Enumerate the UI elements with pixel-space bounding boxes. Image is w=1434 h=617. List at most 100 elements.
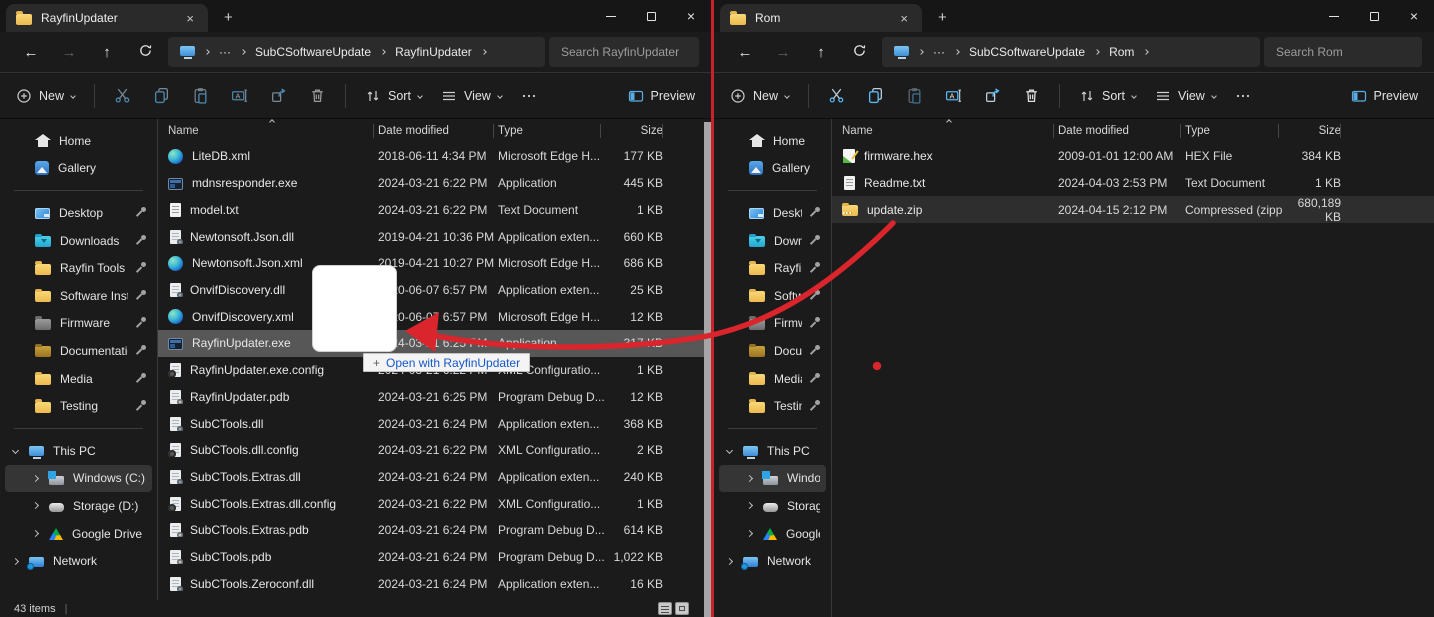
sidebar-item[interactable]: Windows (C:): [5, 465, 152, 493]
new-button[interactable]: New: [16, 88, 75, 104]
sidebar-item[interactable]: Network: [719, 547, 826, 575]
file-row[interactable]: LiteDB.xml 2018-06-11 4:34 PM Microsoft …: [158, 143, 711, 170]
file-row[interactable]: SubCTools.Extras.dll.config 2024-03-21 6…: [158, 490, 711, 517]
sidebar-item[interactable]: Rayfin Tools: [5, 254, 152, 282]
sidebar-item[interactable]: Downloads: [5, 227, 152, 255]
large-icons-view-button[interactable]: [675, 602, 689, 615]
sort-button[interactable]: Sort: [365, 88, 422, 104]
share-button[interactable]: [984, 87, 1001, 104]
cut-button[interactable]: [828, 87, 845, 104]
expander-chevron-icon[interactable]: [12, 447, 19, 454]
breadcrumb-segment[interactable]: RayfinUpdater: [395, 45, 472, 59]
breadcrumb-ellipsis[interactable]: ···: [219, 45, 231, 59]
minimize-button[interactable]: [1314, 1, 1354, 31]
file-row[interactable]: SubCTools.Extras.dll 2024-03-21 6:24 PM …: [158, 464, 711, 491]
breadcrumb-segment[interactable]: Rom: [1109, 45, 1134, 59]
maximize-button[interactable]: [1354, 1, 1394, 31]
search-input[interactable]: Search Rom: [1264, 37, 1422, 67]
file-row[interactable]: firmware.hex 2009-01-01 12:00 AM HEX Fil…: [832, 143, 1434, 170]
tab-close-icon[interactable]: ×: [182, 11, 198, 26]
sidebar-item[interactable]: Rayfin Tools: [719, 254, 826, 282]
up-button[interactable]: ↑: [802, 44, 840, 61]
refresh-button[interactable]: [840, 43, 878, 62]
file-row[interactable]: Newtonsoft.Json.dll 2019-04-21 10:36 PM …: [158, 223, 711, 250]
sidebar-item[interactable]: Windows (C:): [719, 465, 826, 493]
column-header-type[interactable]: Type: [498, 119, 605, 143]
breadcrumb-ellipsis[interactable]: ···: [933, 45, 945, 59]
expander-chevron-icon[interactable]: [746, 475, 753, 482]
sidebar-item[interactable]: Gallery: [5, 155, 152, 183]
back-button[interactable]: ←: [726, 44, 764, 61]
minimize-button[interactable]: [591, 1, 631, 31]
copy-button[interactable]: [867, 87, 884, 104]
breadcrumb-segment[interactable]: SubCSoftwareUpdate: [255, 45, 371, 59]
titlebar[interactable]: RayfinUpdater × + ×: [0, 0, 711, 32]
delete-button[interactable]: [1023, 87, 1040, 104]
sidebar-item[interactable]: Desktop: [719, 199, 826, 227]
column-header-size[interactable]: Size: [1283, 119, 1345, 143]
delete-button[interactable]: [309, 87, 326, 104]
sidebar-item[interactable]: Home: [5, 127, 152, 155]
sidebar-item[interactable]: Downloads: [719, 227, 826, 255]
sidebar-item[interactable]: Storage (D:): [5, 492, 152, 520]
file-row[interactable]: RayfinUpdater.pdb 2024-03-21 6:25 PM Pro…: [158, 383, 711, 410]
sidebar-item[interactable]: Network: [5, 547, 152, 575]
column-header-size[interactable]: Size: [605, 119, 667, 143]
new-button[interactable]: New: [730, 88, 789, 104]
sidebar-item[interactable]: Software Ins: [719, 282, 826, 310]
column-header-date[interactable]: Date modified: [1058, 119, 1185, 143]
search-input[interactable]: Search RayfinUpdater: [549, 37, 699, 67]
file-row[interactable]: SubCTools.dll 2024-03-21 6:24 PM Applica…: [158, 410, 711, 437]
titlebar[interactable]: Rom × + ×: [714, 0, 1434, 32]
up-button[interactable]: ↑: [88, 44, 126, 61]
preview-button[interactable]: Preview: [628, 88, 695, 104]
breadcrumb[interactable]: ··· SubCSoftwareUpdate RayfinUpdater: [168, 37, 545, 67]
file-row[interactable]: model.txt 2024-03-21 6:22 PM Text Docume…: [158, 196, 711, 223]
file-row[interactable]: OnvifDiscovery.dll 2020-06-07 6:57 PM Ap…: [158, 277, 711, 304]
tab-close-icon[interactable]: ×: [896, 11, 912, 26]
column-header-date[interactable]: Date modified: [378, 119, 498, 143]
forward-button[interactable]: →: [764, 44, 802, 61]
expander-chevron-icon[interactable]: [746, 530, 753, 537]
rename-button[interactable]: A: [945, 87, 962, 104]
sidebar-item[interactable]: Gallery: [719, 155, 826, 183]
view-button[interactable]: View: [441, 88, 502, 104]
forward-button[interactable]: →: [50, 44, 88, 61]
expander-chevron-icon[interactable]: [32, 475, 39, 482]
sidebar-item[interactable]: This PC: [5, 437, 152, 465]
back-button[interactable]: ←: [12, 44, 50, 61]
sidebar-item[interactable]: Google Drive: [719, 520, 826, 548]
sidebar-item[interactable]: Documenta: [719, 337, 826, 365]
cut-button[interactable]: [114, 87, 131, 104]
sidebar-item[interactable]: Media: [719, 365, 826, 393]
column-header-name[interactable]: Name: [168, 119, 378, 143]
expander-chevron-icon[interactable]: [726, 447, 733, 454]
sidebar-item[interactable]: This PC: [719, 437, 826, 465]
sidebar-item[interactable]: Software Install: [5, 282, 152, 310]
sort-button[interactable]: Sort: [1079, 88, 1136, 104]
sidebar-item[interactable]: Testing: [5, 392, 152, 420]
sidebar-item[interactable]: Home: [719, 127, 826, 155]
file-row[interactable]: OnvifDiscovery.xml 2020-06-07 6:57 PM Mi…: [158, 303, 711, 330]
file-row[interactable]: SubCTools.pdb 2024-03-21 6:24 PM Program…: [158, 544, 711, 571]
tab-rayfinupdater[interactable]: RayfinUpdater ×: [6, 4, 208, 32]
file-row[interactable]: SubCTools.Zeroconf.dll 2024-03-21 6:24 P…: [158, 571, 711, 598]
refresh-button[interactable]: [126, 43, 164, 62]
close-button[interactable]: ×: [1394, 1, 1434, 31]
file-row[interactable]: Newtonsoft.Json.xml 2019-04-21 10:27 PM …: [158, 250, 711, 277]
sidebar-item[interactable]: Firmware: [5, 310, 152, 338]
more-options-button[interactable]: [1235, 88, 1251, 104]
breadcrumb[interactable]: ··· SubCSoftwareUpdate Rom: [882, 37, 1260, 67]
column-header-name[interactable]: Name: [842, 119, 1058, 143]
copy-button[interactable]: [153, 87, 170, 104]
rename-button[interactable]: A: [231, 87, 248, 104]
paste-button[interactable]: [192, 87, 209, 104]
expander-chevron-icon[interactable]: [726, 558, 733, 565]
details-view-button[interactable]: [658, 602, 672, 615]
sidebar-item[interactable]: Media: [5, 365, 152, 393]
file-row[interactable]: update.zip 2024-04-15 2:12 PM Compressed…: [832, 196, 1434, 223]
sidebar-item[interactable]: Testing: [719, 392, 826, 420]
sidebar-item[interactable]: Firmware: [719, 310, 826, 338]
preview-button[interactable]: Preview: [1351, 88, 1418, 104]
expander-chevron-icon[interactable]: [12, 558, 19, 565]
